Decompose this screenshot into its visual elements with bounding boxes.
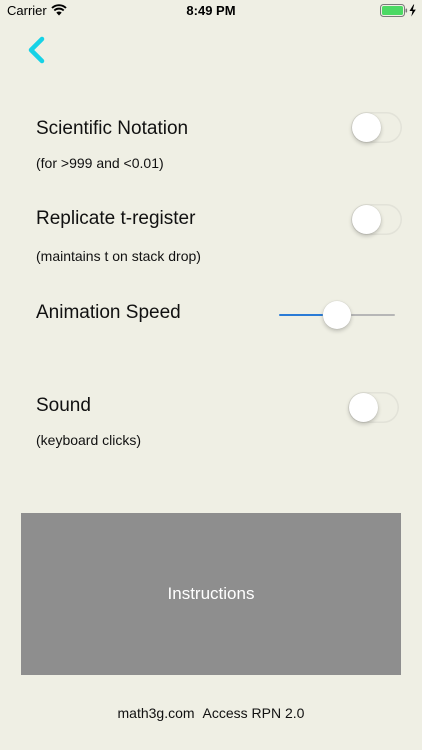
footer-credit: math3g.com Access RPN 2.0	[0, 705, 422, 721]
instructions-button-label: Instructions	[167, 584, 255, 603]
footer-site: math3g.com	[117, 705, 195, 721]
slider-track-filled	[279, 314, 323, 316]
status-time: 8:49 PM	[186, 3, 236, 18]
footer-app-version: Access RPN 2.0	[202, 705, 305, 721]
back-button[interactable]	[22, 30, 52, 70]
scientific-notation-label: Scientific Notation	[36, 118, 189, 139]
instructions-button[interactable]: Instructions	[21, 513, 401, 675]
slider-thumb[interactable]	[323, 301, 351, 329]
scientific-notation-toggle[interactable]	[351, 112, 402, 143]
chevron-left-icon	[28, 36, 45, 64]
sound-label: Sound	[36, 395, 91, 416]
replicate-t-register-description: (maintains t on stack drop)	[36, 248, 201, 264]
toggle-knob	[352, 113, 381, 142]
animation-speed-slider[interactable]	[279, 300, 395, 330]
animation-speed-label: Animation Speed	[36, 302, 181, 323]
replicate-t-register-toggle[interactable]	[351, 204, 402, 235]
sound-description: (keyboard clicks)	[36, 432, 142, 448]
toggle-knob	[349, 393, 378, 422]
status-bar: Carrier 8:49 PM	[0, 0, 422, 22]
battery-icon	[380, 4, 416, 17]
slider-track-remaining	[351, 314, 395, 316]
scientific-notation-description: (for >999 and <0.01)	[36, 155, 164, 171]
replicate-t-register-label: Replicate t-register	[36, 208, 196, 229]
sound-toggle[interactable]	[348, 392, 399, 423]
toggle-knob	[352, 205, 381, 234]
